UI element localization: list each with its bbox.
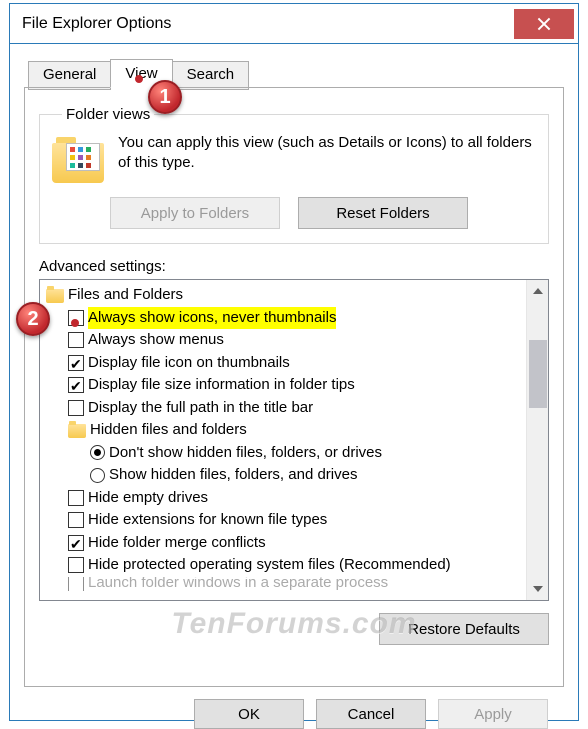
tree-item[interactable]: Hide protected operating system files (R… <box>46 554 524 577</box>
tree-item-label: Display file icon on thumbnails <box>88 352 290 375</box>
apply-button[interactable]: Apply <box>438 699 548 729</box>
tree-item[interactable]: Display file icon on thumbnails <box>46 352 524 375</box>
tree-item[interactable]: Always show menus <box>46 329 524 352</box>
tree-item-label: Always show menus <box>88 329 224 352</box>
advanced-settings-list[interactable]: Files and FoldersAlways show icons, neve… <box>39 279 549 601</box>
dialog-button-row: OK Cancel Apply <box>24 687 564 729</box>
tree-root[interactable]: Files and Folders <box>46 284 524 307</box>
folder-views-legend: Folder views <box>62 106 154 123</box>
restore-defaults-button[interactable]: Restore Defaults <box>379 613 549 645</box>
reset-folders-button[interactable]: Reset Folders <box>298 197 468 229</box>
checkbox[interactable] <box>68 557 84 573</box>
tree-item[interactable]: Always show icons, never thumbnails <box>46 307 524 330</box>
tree-item[interactable]: Hide folder merge conflicts <box>46 532 524 555</box>
tab-panel-view: Folder views <box>24 87 564 687</box>
checkbox[interactable] <box>68 355 84 371</box>
close-icon <box>537 17 551 31</box>
titlebar: File Explorer Options <box>10 4 578 44</box>
checkbox[interactable] <box>68 535 84 551</box>
tree-item[interactable]: Display the full path in the title bar <box>46 397 524 420</box>
scroll-up-button[interactable] <box>527 280 548 302</box>
tree-item-label: Hide protected operating system files (R… <box>88 554 451 577</box>
annotation-1-pointer <box>135 75 143 83</box>
chevron-up-icon <box>533 288 543 294</box>
checkbox[interactable] <box>68 332 84 348</box>
vertical-scrollbar[interactable] <box>526 280 548 600</box>
tree-item-label: Hide folder merge conflicts <box>88 532 266 555</box>
tree-item-label: Display file size information in folder … <box>88 374 355 397</box>
tree-item-label: Hidden files and folders <box>90 419 247 442</box>
dialog-window: File Explorer Options General View Searc… <box>9 3 579 721</box>
folder-views-icon <box>52 137 104 185</box>
tree-item-label: Show hidden files, folders, and drives <box>109 464 357 487</box>
cancel-button[interactable]: Cancel <box>316 699 426 729</box>
tree-item[interactable]: Hide extensions for known file types <box>46 509 524 532</box>
tab-general[interactable]: General <box>28 61 111 90</box>
close-button[interactable] <box>514 9 574 39</box>
tree-item-label: Always show icons, never thumbnails <box>88 307 336 330</box>
tree-root-label: Files and Folders <box>68 284 183 307</box>
radio[interactable] <box>90 445 105 460</box>
checkbox[interactable] <box>68 577 84 591</box>
annotation-1: 1 <box>148 80 182 114</box>
checkbox[interactable] <box>68 400 84 416</box>
checkbox[interactable] <box>68 512 84 528</box>
annotation-2: 2 <box>16 302 50 336</box>
tree-item-label: Hide empty drives <box>88 487 208 510</box>
tab-search[interactable]: Search <box>172 61 250 90</box>
client-area: General View Search Folder views <box>10 44 578 729</box>
chevron-down-icon <box>533 586 543 592</box>
window-title: File Explorer Options <box>22 15 171 33</box>
advanced-settings-label: Advanced settings: <box>39 258 549 275</box>
tree-item[interactable]: Show hidden files, folders, and drives <box>46 464 524 487</box>
tree-item[interactable]: Display file size information in folder … <box>46 374 524 397</box>
folder-views-description: You can apply this view (such as Details… <box>118 133 536 185</box>
scroll-down-button[interactable] <box>527 578 548 600</box>
settings-tree: Files and FoldersAlways show icons, neve… <box>40 280 526 600</box>
ok-button[interactable]: OK <box>194 699 304 729</box>
tree-item[interactable]: Hidden files and folders <box>46 419 524 442</box>
tree-item-label: Launch folder windows in a separate proc… <box>88 577 388 591</box>
folder-icon <box>68 424 86 438</box>
tree-item[interactable]: Don't show hidden files, folders, or dri… <box>46 442 524 465</box>
checkbox[interactable] <box>68 377 84 393</box>
tree-item-label: Don't show hidden files, folders, or dri… <box>109 442 382 465</box>
radio[interactable] <box>90 468 105 483</box>
tree-item-label: Hide extensions for known file types <box>88 509 327 532</box>
tree-item-label: Display the full path in the title bar <box>88 397 313 420</box>
tree-item[interactable]: Hide empty drives <box>46 487 524 510</box>
scrollbar-thumb[interactable] <box>529 340 547 408</box>
apply-to-folders-button: Apply to Folders <box>110 197 280 229</box>
tab-strip: General View Search <box>28 59 564 88</box>
annotation-2-pointer <box>71 319 79 327</box>
tree-item[interactable]: Launch folder windows in a separate proc… <box>46 577 524 591</box>
checkbox[interactable] <box>68 490 84 506</box>
folder-views-group: Folder views <box>39 106 549 244</box>
folder-icon <box>46 289 64 303</box>
